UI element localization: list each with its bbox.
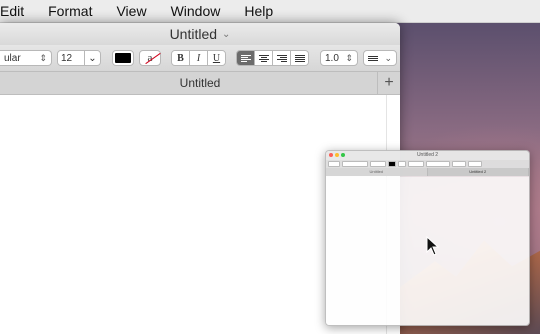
- chevron-down-icon: ⌄: [384, 52, 392, 63]
- tab-untitled[interactable]: Untitled: [180, 76, 221, 90]
- add-tab-button[interactable]: +: [377, 72, 400, 94]
- font-family-popup[interactable]: ular ⇕: [0, 50, 52, 66]
- no-highlight-icon: a: [147, 52, 153, 64]
- thumbnail-tab-bar: Untitled Untitled 2: [326, 168, 529, 176]
- line-spacing-popup[interactable]: 1.0 ⇕: [320, 50, 358, 66]
- tab-bar: Untitled +: [0, 71, 400, 95]
- format-toolbar: ular ⇕ 12 ⌄ a B I U 1.0 ⇕ ⌄: [0, 45, 400, 71]
- chevron-down-icon[interactable]: ⌄: [84, 51, 100, 65]
- close-icon: [329, 153, 333, 157]
- align-justify-button[interactable]: [291, 51, 308, 65]
- list-bullets-popup[interactable]: ⌄: [363, 50, 397, 66]
- text-color-swatch: [115, 53, 131, 63]
- thumbnail-tab-1: Untitled: [326, 168, 428, 176]
- window-title[interactable]: Untitled: [170, 26, 217, 42]
- align-left-button[interactable]: [237, 51, 255, 65]
- thumbnail-titlebar: Untitled 2: [326, 151, 529, 160]
- menu-view[interactable]: View: [104, 3, 158, 19]
- minimize-icon: [335, 153, 339, 157]
- menu-edit[interactable]: Edit: [0, 3, 36, 19]
- menu-window[interactable]: Window: [159, 3, 233, 19]
- align-left-icon: [240, 54, 251, 62]
- stepper-arrows-icon: ⇕: [345, 52, 353, 63]
- align-justify-icon: [294, 54, 305, 62]
- thumbnail-toolbar: [326, 160, 529, 168]
- thumbnail-title: Untitled 2: [416, 152, 439, 158]
- italic-button[interactable]: I: [190, 51, 208, 65]
- mouse-pointer-icon: [426, 236, 440, 256]
- font-size-combo[interactable]: 12 ⌄: [57, 50, 101, 66]
- line-spacing-value: 1.0: [325, 52, 339, 64]
- traffic-lights: [329, 153, 345, 157]
- menu-help[interactable]: Help: [232, 3, 285, 19]
- underline-button[interactable]: U: [208, 51, 225, 65]
- list-icon: [368, 55, 378, 61]
- stepper-arrows-icon: ⇕: [39, 52, 47, 63]
- font-size-value[interactable]: 12: [58, 51, 85, 65]
- align-center-button[interactable]: [255, 51, 273, 65]
- menu-bar: Edit Format View Window Help: [0, 0, 540, 23]
- zoom-icon: [341, 153, 345, 157]
- bold-button[interactable]: B: [172, 51, 190, 65]
- highlight-color-well[interactable]: a: [139, 50, 161, 66]
- align-center-icon: [258, 54, 269, 62]
- window-titlebar[interactable]: Untitled ⌄: [0, 23, 400, 45]
- align-right-button[interactable]: [273, 51, 291, 65]
- align-right-icon: [276, 54, 287, 62]
- thumbnail-tab-2: Untitled 2: [427, 168, 529, 176]
- text-color-well[interactable]: [112, 50, 134, 66]
- alignment-group: [236, 50, 309, 66]
- font-style-group: B I U: [171, 50, 226, 66]
- font-family-value: ular: [4, 52, 21, 64]
- menu-format[interactable]: Format: [36, 3, 104, 19]
- chevron-down-icon[interactable]: ⌄: [222, 29, 230, 40]
